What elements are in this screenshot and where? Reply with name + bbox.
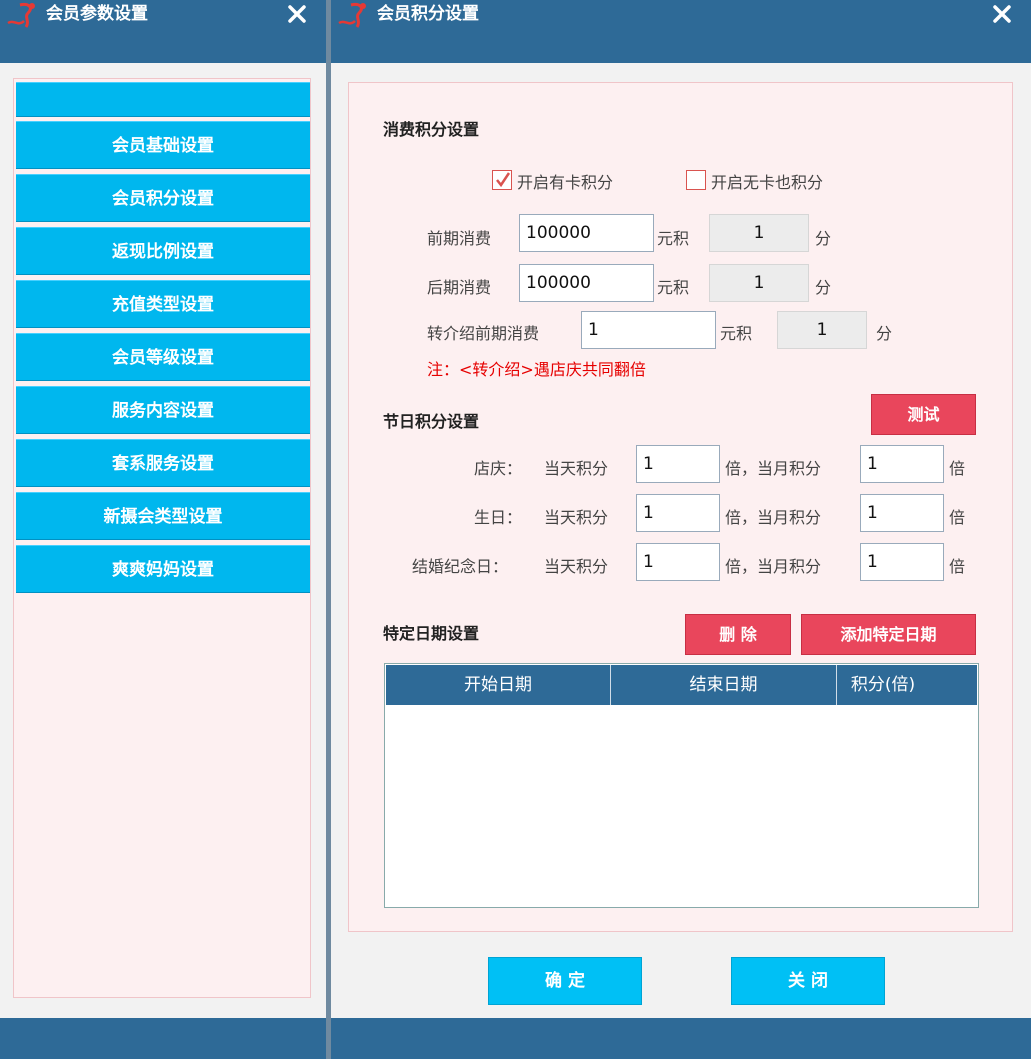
nav-item-basic-settings[interactable]: 会员基础设置 <box>16 121 310 169</box>
nav-item-blank[interactable] <box>16 82 310 117</box>
app-logo-icon <box>7 3 35 28</box>
card-points-checkbox[interactable] <box>492 170 512 190</box>
nav-item-photo-club-type-settings[interactable]: 新摄会类型设置 <box>16 492 310 540</box>
birthday-month-input[interactable] <box>860 494 944 532</box>
card-points-label: 开启有卡积分 <box>517 173 614 192</box>
birthday-day-input[interactable] <box>636 494 720 532</box>
member-params-window: 会员参数设置 会员基础设置 会员积分设置 返现比例设置 充值类型设置 会员等级设… <box>0 0 326 1059</box>
close-button[interactable]: 关 闭 <box>731 957 885 1005</box>
left-bottombar <box>0 1018 326 1059</box>
consume-section-title: 消费积分设置 <box>383 120 480 139</box>
anniversary-month-input[interactable] <box>860 445 944 483</box>
right-titlebar: 会员积分设置 <box>331 0 1031 63</box>
early-points-value: 1 <box>709 214 809 252</box>
app-logo-icon <box>338 3 366 28</box>
points-settings-panel: 消费积分设置 开启有卡积分 开启无卡也积分 前期消费 元积 1 分 后期消费 元… <box>348 82 1013 932</box>
nav-item-service-content-settings[interactable]: 服务内容设置 <box>16 386 310 434</box>
nav-item-package-service-settings[interactable]: 套系服务设置 <box>16 439 310 487</box>
column-header-end-date[interactable]: 结束日期 <box>611 665 837 705</box>
special-date-section-title: 特定日期设置 <box>383 624 480 643</box>
window-title: 会员积分设置 <box>377 4 479 24</box>
month-points-label: 倍，当月积分 <box>725 459 822 478</box>
nav-item-cashback-settings[interactable]: 返现比例设置 <box>16 227 310 275</box>
table-header: 开始日期 结束日期 积分(倍) <box>386 665 977 705</box>
nav-item-level-settings[interactable]: 会员等级设置 <box>16 333 310 381</box>
nav-item-mama-settings[interactable]: 爽爽妈妈设置 <box>16 545 310 593</box>
column-header-points[interactable]: 积分(倍) <box>837 665 929 705</box>
day-points-label: 当天积分 <box>544 459 609 478</box>
referral-note: 注：<转介绍>遇店庆共同翻倍 <box>427 360 646 379</box>
nav-panel: 会员基础设置 会员积分设置 返现比例设置 充值类型设置 会员等级设置 服务内容设… <box>13 78 311 998</box>
fen-label: 分 <box>876 324 893 343</box>
anniversary-day-input[interactable] <box>636 445 720 483</box>
wedding-day-input[interactable] <box>636 543 720 581</box>
checkmark-icon <box>496 172 511 188</box>
holiday-row-label: 生日： <box>474 508 523 527</box>
referral-amount-input[interactable] <box>581 311 716 349</box>
close-icon[interactable] <box>991 3 1013 25</box>
holiday-row-label: 店庆： <box>474 459 523 478</box>
add-special-date-button[interactable]: 添加特定日期 <box>801 614 976 655</box>
early-amount-input[interactable] <box>519 214 654 252</box>
confirm-button[interactable]: 确 定 <box>488 957 642 1005</box>
times-unit-label: 倍 <box>949 508 966 527</box>
nav-item-recharge-type-settings[interactable]: 充值类型设置 <box>16 280 310 328</box>
late-consume-label: 后期消费 <box>427 278 492 297</box>
points-settings-window: 会员积分设置 消费积分设置 开启有卡积分 开启无卡也积分 前期消费 元积 1 分… <box>331 0 1031 1059</box>
day-points-label: 当天积分 <box>544 557 609 576</box>
right-bottombar <box>331 1018 1031 1059</box>
late-amount-input[interactable] <box>519 264 654 302</box>
early-consume-label: 前期消费 <box>427 229 492 248</box>
times-unit-label: 倍 <box>949 459 966 478</box>
holiday-row-label: 结婚纪念日： <box>412 557 509 576</box>
yuan-ji-label: 元积 <box>657 229 690 248</box>
delete-button[interactable]: 删 除 <box>685 614 791 655</box>
month-points-label: 倍，当月积分 <box>725 508 822 527</box>
special-date-table: 开始日期 结束日期 积分(倍) <box>384 663 979 908</box>
referral-consume-label: 转介绍前期消费 <box>427 324 540 343</box>
test-button[interactable]: 测试 <box>871 394 976 435</box>
fen-label: 分 <box>815 229 832 248</box>
day-points-label: 当天积分 <box>544 508 609 527</box>
month-points-label: 倍，当月积分 <box>725 557 822 576</box>
window-title: 会员参数设置 <box>46 4 148 24</box>
times-unit-label: 倍 <box>949 557 966 576</box>
nocard-points-label: 开启无卡也积分 <box>711 173 824 192</box>
referral-points-value: 1 <box>777 311 867 349</box>
yuan-ji-label: 元积 <box>657 278 690 297</box>
fen-label: 分 <box>815 278 832 297</box>
column-header-start-date[interactable]: 开始日期 <box>386 665 611 705</box>
yuan-ji-label: 元积 <box>720 324 753 343</box>
holiday-section-title: 节日积分设置 <box>383 412 480 431</box>
left-titlebar: 会员参数设置 <box>0 0 326 63</box>
late-points-value: 1 <box>709 264 809 302</box>
nav-item-points-settings[interactable]: 会员积分设置 <box>16 174 310 222</box>
dialog-footer: 确 定 关 闭 <box>331 945 1031 1018</box>
wedding-month-input[interactable] <box>860 543 944 581</box>
close-icon[interactable] <box>286 3 308 25</box>
nocard-points-checkbox[interactable] <box>686 170 706 190</box>
